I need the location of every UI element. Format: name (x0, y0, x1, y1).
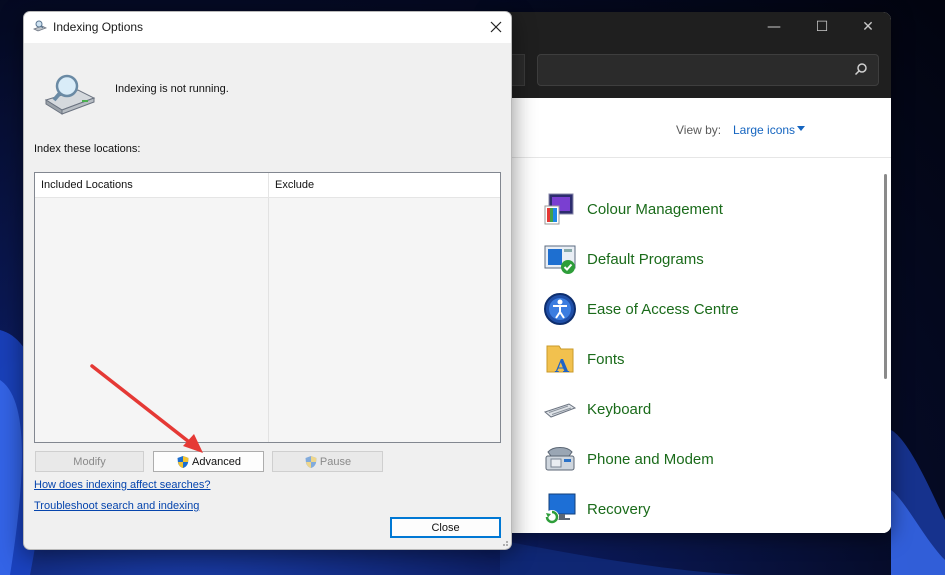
troubleshoot-link[interactable]: Troubleshoot search and indexing (34, 500, 199, 512)
cp-item-label: Colour Management (587, 200, 723, 218)
view-by-dropdown[interactable]: Large icons (733, 123, 795, 137)
default-programs-icon (544, 245, 576, 274)
cp-item-colour-management[interactable]: Colour Management (543, 191, 723, 227)
cp-item-label: Recovery (587, 500, 651, 518)
dialog-titlebar: Indexing Options (24, 12, 511, 43)
column-separator (268, 198, 269, 442)
cp-item-label: Keyboard (587, 400, 652, 418)
locations-label: Index these locations: (34, 143, 141, 155)
pause-button[interactable]: Pause (272, 451, 383, 472)
locations-list[interactable]: Included Locations Exclude (34, 172, 501, 443)
modify-button-label: Modify (73, 455, 106, 468)
advanced-button[interactable]: Advanced (153, 451, 264, 472)
cp-item-phone-modem[interactable]: Phone and Modem (543, 441, 714, 477)
indexing-status: Indexing is not running. (115, 83, 229, 95)
scrollbar[interactable] (884, 174, 887, 379)
cp-item-label: Default Programs (587, 250, 704, 268)
column-header-exclude[interactable]: Exclude (269, 173, 500, 198)
svg-text:A: A (554, 356, 570, 376)
cp-item-keyboard[interactable]: Keyboard (543, 391, 651, 427)
pause-button-label: Pause (319, 455, 352, 468)
ease-of-access-icon (544, 293, 576, 325)
uac-shield-icon (177, 455, 189, 468)
recovery-icon (545, 493, 576, 524)
cp-item-label: Ease of Access Centre (587, 300, 739, 318)
search-box[interactable] (537, 54, 879, 86)
cp-item-label: Phone and Modem (587, 450, 714, 468)
control-panel-titlebar: — ☐ ✕ (495, 12, 891, 42)
maximize-button[interactable]: ☐ (799, 12, 845, 42)
divider (495, 157, 891, 158)
how-indexing-link[interactable]: How does indexing affect searches? (34, 479, 211, 491)
modify-button[interactable]: Modify (35, 451, 144, 472)
indexing-options-icon (33, 20, 47, 32)
control-panel-toolbar (495, 42, 891, 98)
keyboard-icon (543, 403, 577, 418)
phone-modem-icon (545, 447, 575, 471)
cp-item-default-programs[interactable]: Default Programs (543, 241, 704, 277)
control-panel-window: — ☐ ✕ View by: Large icons Colour Manage… (495, 12, 891, 533)
close-button-label: Close (431, 521, 460, 534)
close-button[interactable]: Close (390, 517, 501, 538)
dialog-title: Indexing Options (53, 20, 144, 34)
close-icon (490, 21, 502, 33)
search-icon (854, 63, 867, 76)
minimize-button[interactable]: — (751, 12, 797, 42)
locations-list-body (35, 198, 500, 442)
close-dialog-button[interactable] (481, 12, 511, 42)
uac-shield-icon (305, 455, 317, 468)
indexing-options-dialog: Indexing Options Indexing is not running… (23, 11, 512, 550)
fonts-icon: A (546, 345, 574, 376)
cp-item-label: Fonts (587, 350, 625, 368)
view-by-label: View by: (676, 123, 722, 137)
cp-item-fonts[interactable]: A Fonts (543, 341, 625, 377)
cp-item-recovery[interactable]: Recovery (543, 491, 650, 527)
locations-list-header: Included Locations Exclude (35, 173, 500, 198)
colour-management-icon (544, 193, 574, 225)
cp-item-ease-of-access[interactable]: Ease of Access Centre (543, 291, 739, 327)
column-header-included[interactable]: Included Locations (35, 173, 269, 198)
indexing-drive-icon (44, 74, 96, 115)
advanced-button-label: Advanced (192, 455, 241, 468)
chevron-down-icon[interactable] (797, 126, 805, 131)
control-panel-content: View by: Large icons Colour Management D… (495, 98, 891, 533)
resize-grip-icon[interactable] (499, 537, 509, 547)
close-window-button[interactable]: ✕ (845, 12, 891, 42)
